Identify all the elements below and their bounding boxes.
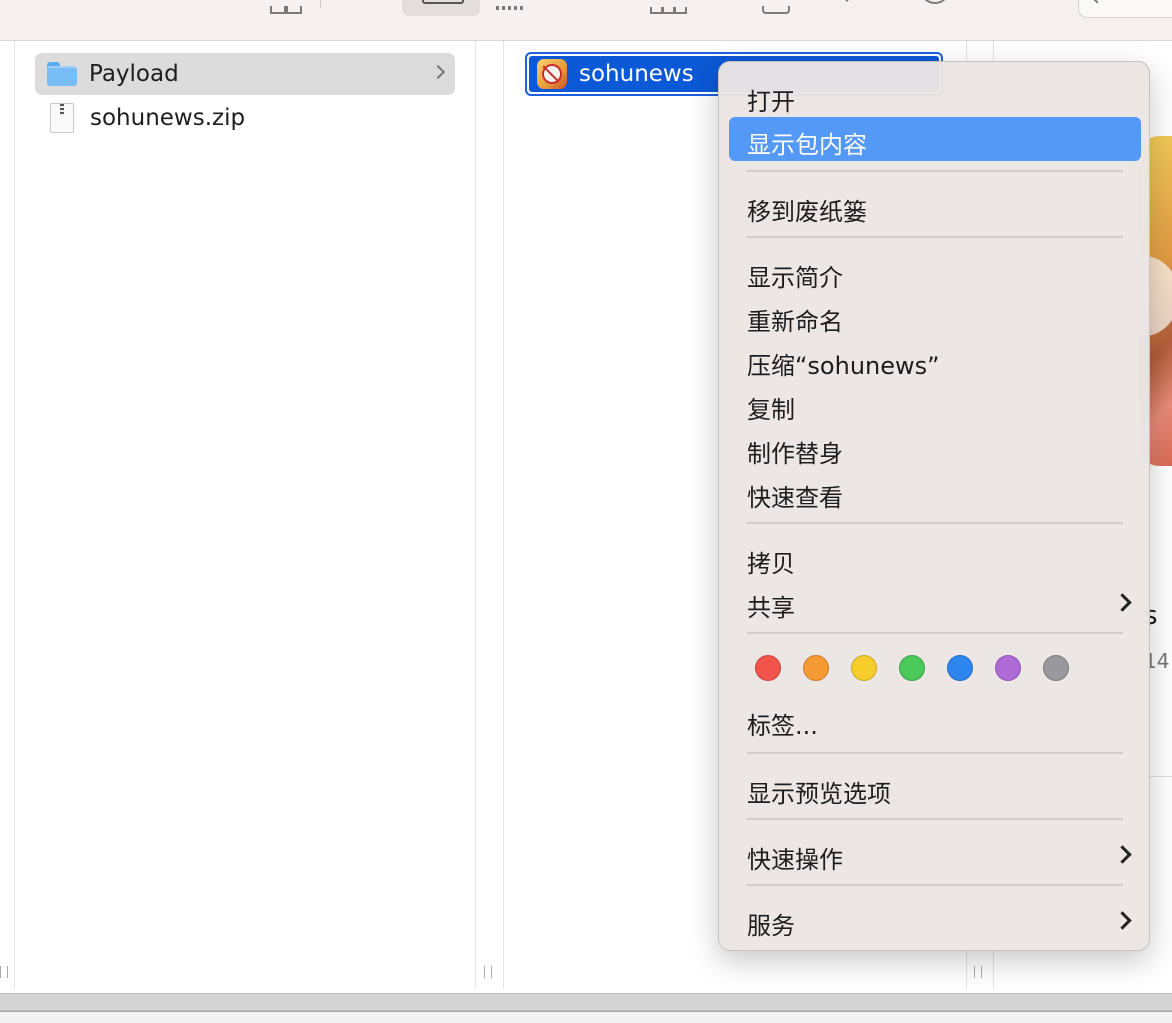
menu-item-make-alias[interactable]: 制作替身 bbox=[729, 426, 1141, 470]
search-icon bbox=[1091, 0, 1099, 4]
item-label: sohunews bbox=[579, 61, 694, 87]
finder-toolbar bbox=[0, 0, 1172, 41]
item-label: sohunews.zip bbox=[90, 105, 246, 131]
menu-item-get-info[interactable]: 显示简介 bbox=[729, 250, 1141, 294]
menu-item-label: 重新命名 bbox=[747, 308, 843, 336]
app-icon bbox=[537, 59, 567, 89]
menu-item-label: 拷贝 bbox=[747, 550, 795, 578]
item-label: Payload bbox=[89, 61, 179, 87]
menu-item-show-package-contents[interactable]: 显示包内容 bbox=[729, 117, 1141, 161]
zip-file-icon bbox=[50, 103, 74, 133]
menu-item-label: 显示包内容 bbox=[747, 131, 867, 159]
more-actions-button[interactable] bbox=[918, 0, 950, 14]
menu-item-quick-look[interactable]: 快速查看 bbox=[729, 470, 1141, 514]
menu-item-show-preview-options[interactable]: 显示预览选项 bbox=[729, 766, 1141, 810]
folder-icon bbox=[47, 62, 77, 86]
column-resize-handle[interactable] bbox=[484, 966, 492, 978]
column-view-button[interactable] bbox=[402, 0, 480, 16]
tag-color-orange[interactable] bbox=[803, 655, 829, 681]
menu-item-duplicate[interactable]: 复制 bbox=[729, 382, 1141, 426]
chevron-right-icon bbox=[430, 64, 446, 80]
tag-color-red[interactable] bbox=[755, 655, 781, 681]
menu-item-copy[interactable]: 拷贝 bbox=[729, 536, 1141, 580]
menu-separator bbox=[747, 522, 1123, 524]
path-bar bbox=[0, 1011, 1172, 1023]
list-item-payload-folder[interactable]: Payload bbox=[35, 53, 455, 95]
menu-item-open[interactable]: 打开 bbox=[729, 74, 1141, 118]
column-resize-handle[interactable] bbox=[974, 966, 982, 978]
menu-separator bbox=[747, 752, 1123, 754]
menu-item-tags[interactable]: 标签... bbox=[729, 698, 1141, 742]
menu-item-label: 服务 bbox=[747, 912, 795, 940]
toolbar-divider bbox=[320, 0, 321, 8]
menu-separator bbox=[747, 236, 1123, 238]
column-1: Payload sohunews.zip bbox=[14, 41, 476, 989]
tag-color-yellow[interactable] bbox=[851, 655, 877, 681]
chevron-right-icon bbox=[1113, 593, 1132, 612]
tag-color-blue[interactable] bbox=[947, 655, 973, 681]
menu-item-label: 快速查看 bbox=[747, 484, 843, 512]
gallery-view-button[interactable] bbox=[496, 0, 536, 14]
menu-item-compress[interactable]: 压缩“sohunews” bbox=[729, 338, 1141, 382]
menu-item-label: 制作替身 bbox=[747, 440, 843, 468]
menu-item-label: 移到废纸篓 bbox=[747, 198, 867, 226]
menu-item-rename[interactable]: 重新命名 bbox=[729, 294, 1141, 338]
columns-icon bbox=[422, 0, 464, 4]
tag-icon bbox=[834, 0, 860, 2]
chevron-right-icon bbox=[1113, 845, 1132, 864]
menu-item-move-to-trash[interactable]: 移到废纸篓 bbox=[729, 184, 1141, 228]
menu-item-label: 显示预览选项 bbox=[747, 780, 891, 808]
menu-item-label: 显示简介 bbox=[747, 264, 843, 292]
menu-separator bbox=[747, 170, 1123, 172]
icon-view-button[interactable] bbox=[270, 0, 302, 14]
group-button[interactable] bbox=[648, 0, 688, 14]
share-icon bbox=[762, 6, 790, 14]
menu-item-label: 复制 bbox=[747, 396, 795, 424]
menu-item-quick-actions[interactable]: 快速操作 bbox=[729, 832, 1141, 876]
share-button[interactable] bbox=[760, 0, 790, 14]
context-menu: 打开 显示包内容 移到废纸篓 显示简介 重新命名 压缩“sohunews” 复制… bbox=[718, 61, 1150, 951]
tag-color-green[interactable] bbox=[899, 655, 925, 681]
horizontal-scrollbar[interactable] bbox=[0, 993, 1172, 1011]
menu-item-label: 标签... bbox=[747, 712, 818, 740]
menu-separator bbox=[747, 818, 1123, 820]
tag-button[interactable] bbox=[834, 0, 864, 14]
search-field[interactable] bbox=[1078, 0, 1172, 18]
menu-item-label: 压缩“sohunews” bbox=[747, 352, 940, 380]
tag-color-gray[interactable] bbox=[1043, 655, 1069, 681]
menu-item-label: 快速操作 bbox=[747, 846, 843, 874]
menu-item-label: 打开 bbox=[747, 88, 795, 116]
list-item-zip-file[interactable]: sohunews.zip bbox=[35, 97, 455, 139]
menu-item-label: 共享 bbox=[747, 594, 795, 622]
menu-item-share[interactable]: 共享 bbox=[729, 580, 1141, 624]
chevron-right-icon bbox=[1113, 911, 1132, 930]
ellipsis-circle-icon bbox=[920, 0, 950, 4]
menu-separator bbox=[747, 884, 1123, 886]
menu-item-services[interactable]: 服务 bbox=[729, 898, 1141, 942]
tag-color-purple[interactable] bbox=[995, 655, 1021, 681]
menu-separator bbox=[747, 632, 1123, 634]
column-resize-handle[interactable] bbox=[0, 966, 8, 978]
